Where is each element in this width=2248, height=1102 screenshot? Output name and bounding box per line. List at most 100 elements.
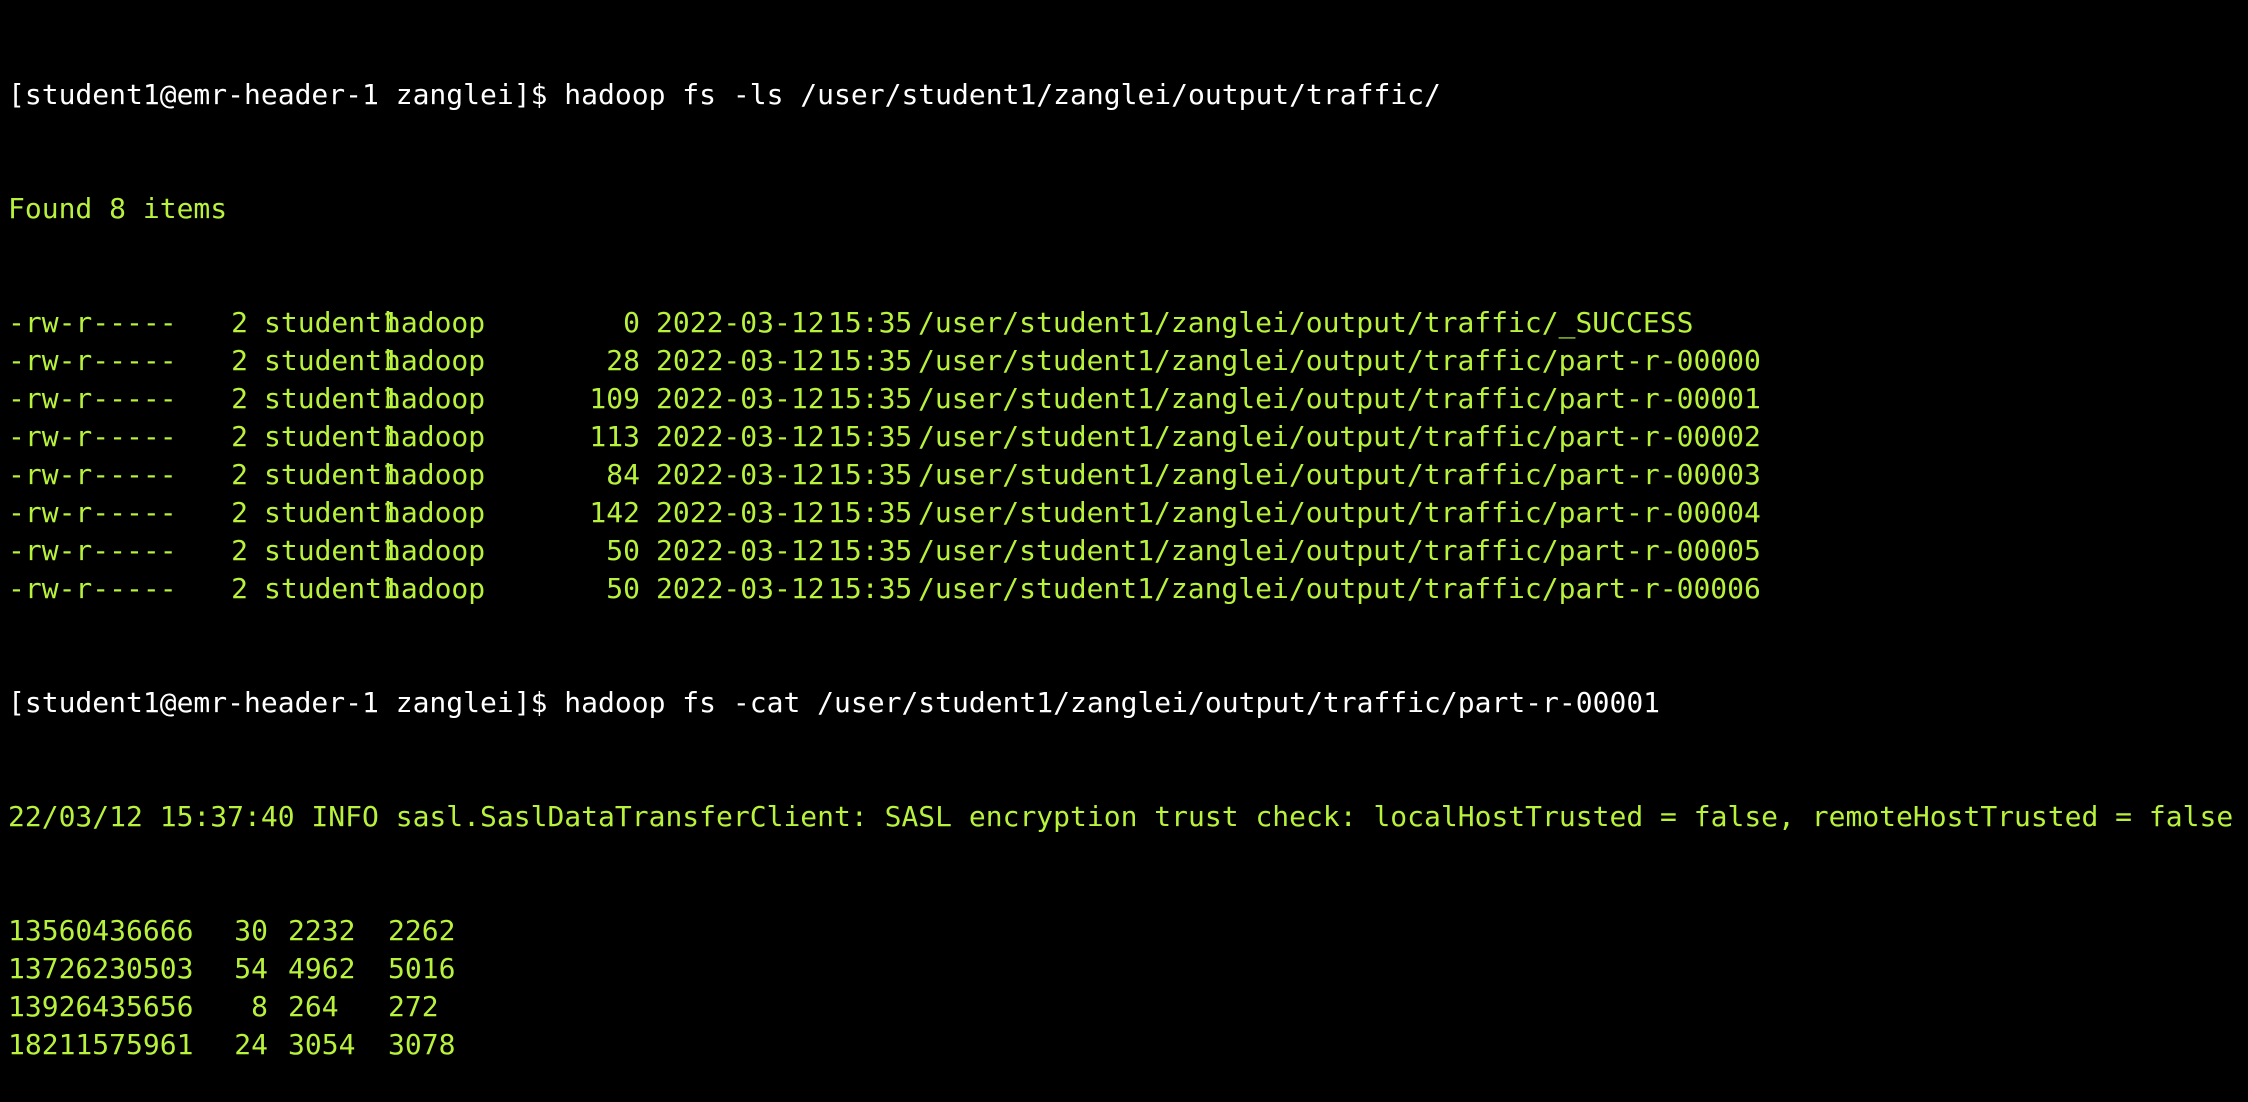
date: 2022-03-12: [656, 572, 825, 605]
value-col-2: 24: [234, 1028, 268, 1061]
file-size: 109: [589, 382, 640, 415]
group: hadoop: [384, 382, 486, 415]
value-col-3: 4962: [288, 952, 356, 985]
date: 2022-03-12: [656, 306, 825, 339]
file-path: /user/student1/zanglei/output/traffic/pa…: [918, 572, 1761, 605]
time: 15:35: [828, 382, 913, 415]
phone-number: 18211575961: [8, 1028, 194, 1061]
value-col-4: 272: [388, 990, 439, 1023]
group: hadoop: [384, 572, 486, 605]
value-col-3: 264: [288, 990, 339, 1023]
file-path: /user/student1/zanglei/output/traffic/_S…: [918, 306, 1694, 339]
file-size: 142: [589, 496, 640, 529]
owner: student1: [264, 344, 399, 377]
output-rows: 13560436666 30 2232 2262 13726230503 54 4962 50…: [8, 912, 2248, 1064]
file-path: /user/student1/zanglei/output/traffic/pa…: [918, 382, 1761, 415]
date: 2022-03-12: [656, 496, 825, 529]
value-col-4: 3078: [388, 1028, 456, 1061]
file-listing: -rw-r----- 2 student1hadoop 0 2022-03-12 15:3…: [8, 304, 2248, 608]
file-listing-row: -rw-r----- 2 student1hadoop 142 2022-03-12 15…: [8, 494, 2248, 532]
value-col-2: 8: [251, 990, 268, 1023]
permissions: -rw-r-----: [8, 420, 177, 453]
output-data-row: 18211575961 24 3054 3078: [8, 1026, 2248, 1064]
replication: 2: [231, 420, 248, 453]
owner: student1: [264, 306, 399, 339]
phone-number: 13926435656: [8, 990, 194, 1023]
owner: student1: [264, 496, 399, 529]
replication: 2: [231, 382, 248, 415]
group: hadoop: [384, 534, 486, 567]
replication: 2: [231, 306, 248, 339]
time: 15:35: [828, 306, 913, 339]
replication: 2: [231, 344, 248, 377]
permissions: -rw-r-----: [8, 534, 177, 567]
file-path: /user/student1/zanglei/output/traffic/pa…: [918, 458, 1761, 491]
file-size: 50: [606, 572, 640, 605]
found-items-line: Found 8 items: [8, 192, 228, 225]
terminal-window[interactable]: [student1@emr-header-1 zanglei]$ hadoop …: [0, 0, 2248, 1061]
permissions: -rw-r-----: [8, 382, 177, 415]
shell-prompt: [student1@emr-header-1 zanglei]$: [8, 686, 565, 719]
value-col-2: 30: [234, 914, 268, 947]
phone-number: 13560436666: [8, 914, 194, 947]
file-listing-row: -rw-r----- 2 student1hadoop 0 2022-03-12 15:3…: [8, 304, 2248, 342]
permissions: -rw-r-----: [8, 496, 177, 529]
file-listing-row: -rw-r----- 2 student1hadoop 84 2022-03-12 15:…: [8, 456, 2248, 494]
time: 15:35: [828, 534, 913, 567]
time: 15:35: [828, 458, 913, 491]
time: 15:35: [828, 344, 913, 377]
date: 2022-03-12: [656, 344, 825, 377]
group: hadoop: [384, 496, 486, 529]
file-listing-row: -rw-r----- 2 student1hadoop 28 2022-03-12 15:…: [8, 342, 2248, 380]
group: hadoop: [384, 344, 486, 377]
replication: 2: [231, 534, 248, 567]
value-col-4: 2262: [388, 914, 456, 947]
file-path: /user/student1/zanglei/output/traffic/pa…: [918, 420, 1761, 453]
permissions: -rw-r-----: [8, 458, 177, 491]
file-size: 84: [606, 458, 640, 491]
info-log-line: 22/03/12 15:37:40 INFO sasl.SaslDataTran…: [8, 800, 2234, 833]
output-data-row: 13560436666 30 2232 2262: [8, 912, 2248, 950]
output-data-row: 13926435656 8 264 272: [8, 988, 2248, 1026]
value-col-3: 2232: [288, 914, 356, 947]
group: hadoop: [384, 458, 486, 491]
command-line-ls: [student1@emr-header-1 zanglei]$ hadoop …: [8, 76, 2248, 114]
file-path: /user/student1/zanglei/output/traffic/pa…: [918, 344, 1761, 377]
replication: 2: [231, 572, 248, 605]
output-data-row: 13726230503 54 4962 5016: [8, 950, 2248, 988]
file-size: 28: [606, 344, 640, 377]
file-listing-row: -rw-r----- 2 student1hadoop 50 2022-03-12 15:…: [8, 570, 2248, 608]
owner: student1: [264, 458, 399, 491]
owner: student1: [264, 382, 399, 415]
file-listing-row: -rw-r----- 2 student1hadoop 50 2022-03-12 15:…: [8, 532, 2248, 570]
file-path: /user/student1/zanglei/output/traffic/pa…: [918, 496, 1761, 529]
date: 2022-03-12: [656, 534, 825, 567]
group: hadoop: [384, 420, 486, 453]
date: 2022-03-12: [656, 420, 825, 453]
permissions: -rw-r-----: [8, 344, 177, 377]
date: 2022-03-12: [656, 458, 825, 491]
file-size: 0: [623, 306, 640, 339]
replication: 2: [231, 458, 248, 491]
shell-prompt: [student1@emr-header-1 zanglei]$: [8, 78, 565, 111]
replication: 2: [231, 496, 248, 529]
file-listing-row: -rw-r----- 2 student1hadoop 109 2022-03-12 15…: [8, 380, 2248, 418]
command-line-cat: [student1@emr-header-1 zanglei]$ hadoop …: [8, 684, 2248, 722]
value-col-3: 3054: [288, 1028, 356, 1061]
file-listing-row: -rw-r----- 2 student1hadoop 113 2022-03-12 15…: [8, 418, 2248, 456]
time: 15:35: [828, 496, 913, 529]
command-text: hadoop fs -ls /user/student1/zanglei/out…: [564, 78, 1441, 111]
value-col-2: 54: [234, 952, 268, 985]
group: hadoop: [384, 306, 486, 339]
owner: student1: [264, 420, 399, 453]
date: 2022-03-12: [656, 382, 825, 415]
file-path: /user/student1/zanglei/output/traffic/pa…: [918, 534, 1761, 567]
value-col-4: 5016: [388, 952, 456, 985]
file-size: 50: [606, 534, 640, 567]
command-text: hadoop fs -cat /user/student1/zanglei/ou…: [564, 686, 1661, 719]
time: 15:35: [828, 572, 913, 605]
file-size: 113: [589, 420, 640, 453]
owner: student1: [264, 534, 399, 567]
permissions: -rw-r-----: [8, 306, 177, 339]
phone-number: 13726230503: [8, 952, 194, 985]
